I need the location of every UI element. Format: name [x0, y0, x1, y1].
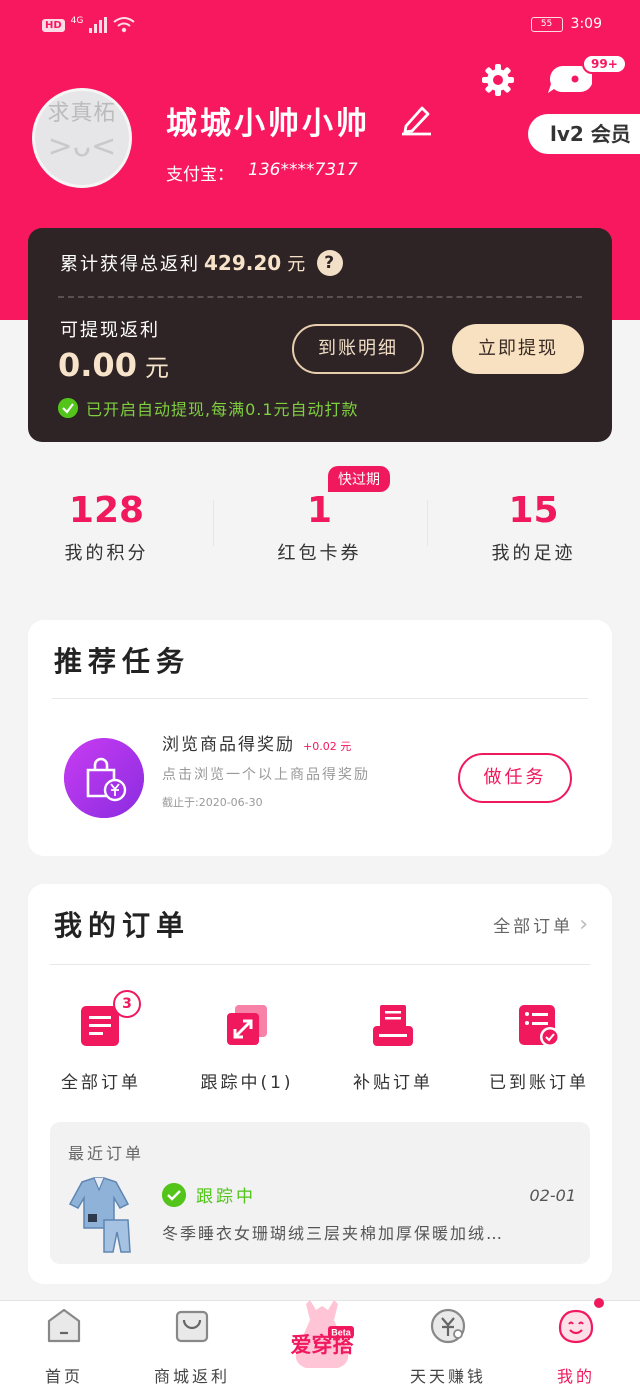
order-category-all[interactable]: 3 全部订单 — [28, 990, 174, 1093]
order-check-icon — [519, 1005, 560, 1047]
nav-mall-rebate[interactable]: 商城返利 — [128, 1307, 256, 1386]
recent-order-status-text: 跟踪中 — [196, 1187, 256, 1207]
wifi-icon — [113, 17, 135, 33]
recent-order-date: 02-01 — [529, 1186, 577, 1205]
order-category-tracking[interactable]: 跟踪中(1) — [174, 1002, 320, 1093]
hd-indicator: HD — [42, 18, 65, 32]
stat-coupons[interactable]: 1 红包卡券 — [213, 490, 426, 565]
order-category-label: 补贴订单 — [353, 1073, 433, 1093]
task-name-row: 浏览商品得奖励 +0.02 元 — [162, 730, 351, 755]
points-value: 128 — [68, 490, 145, 531]
task-reward: +0.02 元 — [303, 740, 352, 753]
avatar[interactable]: 求真柘 >ᴗ< — [32, 88, 132, 188]
order-category-label: 已到账订单 — [489, 1073, 589, 1093]
alipay-account-row: 支付宝： 136****7317 — [166, 160, 358, 185]
withdrawable-unit: 元 — [144, 354, 169, 382]
nav-label: 天天赚钱 — [409, 1367, 486, 1386]
status-bar: HD 4G 55 3:09 — [0, 0, 640, 54]
orders-title: 我的订单 — [54, 909, 191, 942]
order-category-label: 跟踪中(1) — [200, 1073, 294, 1093]
all-orders-link-label: 全部订单 — [493, 917, 574, 937]
auto-withdraw-notice: 已开启自动提现,每满0.1元自动打款 — [58, 396, 359, 420]
nav-home[interactable]: 首页 — [0, 1307, 128, 1386]
notification-dot — [594, 1298, 604, 1308]
rebate-card: 累计获得总返利 429.20 元 ? 可提现返利 0.00 元 到账明细 立即提… — [28, 228, 612, 442]
all-orders-count-badge: 3 — [113, 990, 141, 1018]
task-description: 点击浏览一个以上商品得奖励 — [162, 767, 370, 783]
username: 城城小帅小帅 — [166, 106, 370, 142]
edit-pencil-icon[interactable] — [398, 100, 434, 136]
withdrawable-amount: 0.00 — [58, 346, 137, 384]
clock: 3:09 — [570, 16, 602, 32]
signal-icon — [89, 17, 108, 33]
recent-order-status: 跟踪中 — [162, 1182, 256, 1207]
recent-order-product-name: 冬季睡衣女珊瑚绒三层夹棉加厚保暖加绒… — [162, 1224, 505, 1243]
receipt-printer-icon — [373, 1005, 413, 1046]
avatar-face: >ᴗ< — [47, 129, 117, 164]
nav-label: 商城返利 — [153, 1367, 230, 1386]
do-task-button[interactable]: 做任务 — [458, 753, 572, 803]
yuan-coin-icon — [430, 1308, 466, 1344]
total-rebate-amount: 429.20 — [204, 251, 282, 275]
home-icon — [47, 1308, 81, 1343]
nav-label: 我的 — [556, 1367, 595, 1386]
messages-count-badge: 99+ — [582, 54, 627, 74]
dashed-divider — [58, 296, 582, 298]
beta-tag: Beta — [331, 1328, 352, 1338]
stat-footprints[interactable]: 15 我的足迹 — [427, 490, 640, 565]
task-deadline: 截止于:2020-06-30 — [162, 796, 263, 809]
shopping-bag-yuan-icon — [64, 738, 144, 818]
order-category-subsidy[interactable]: 补贴订单 — [320, 1002, 466, 1093]
recommended-tasks-card: 推荐任务 浏览商品得奖励 +0.02 元 点击浏览一个以上商品得奖励 截止于:2… — [28, 620, 612, 856]
alipay-label: 支付宝： — [166, 165, 234, 185]
withdrawable-label: 可提现返利 — [60, 320, 160, 341]
network-type: 4G — [70, 16, 84, 26]
stats-row: 128 我的积分 1 红包卡券 15 我的足迹 快过期 — [0, 462, 640, 582]
footprints-label: 我的足迹 — [491, 543, 576, 564]
smiley-face-icon — [558, 1309, 594, 1344]
recent-orders-title: 最近订单 — [68, 1144, 145, 1163]
stat-points[interactable]: 128 我的积分 — [0, 490, 213, 565]
expiring-soon-tag: 快过期 — [328, 466, 390, 492]
footprints-value: 15 — [508, 490, 559, 531]
arrival-details-button[interactable]: 到账明细 — [292, 324, 424, 374]
withdrawable-amount-row: 0.00 元 — [58, 346, 169, 384]
nav-label: 首页 — [44, 1367, 83, 1386]
total-rebate-row: 累计获得总返利 429.20 元 ? — [60, 250, 344, 276]
alipay-account: 136****7317 — [248, 160, 358, 180]
chevron-right-icon: › — [579, 912, 588, 937]
withdraw-now-button[interactable]: 立即提现 — [452, 324, 584, 374]
member-level-badge[interactable]: lv2 会员 — [528, 114, 640, 154]
points-label: 我的积分 — [64, 543, 149, 564]
shopping-bag-icon — [175, 1310, 209, 1343]
auto-withdraw-text: 已开启自动提现,每满0.1元自动打款 — [86, 400, 359, 419]
product-thumbnail-pajamas — [68, 1177, 131, 1253]
dress-logo-button[interactable]: 爱穿搭 Beta — [276, 1296, 368, 1376]
order-category-label: 全部订单 — [61, 1073, 141, 1093]
total-rebate-unit: 元 — [287, 254, 308, 275]
nav-mine[interactable]: 我的 — [512, 1307, 640, 1386]
check-circle-icon — [162, 1182, 186, 1207]
divider — [50, 964, 590, 965]
tracking-arrows-icon — [227, 1005, 267, 1045]
tasks-title: 推荐任务 — [54, 645, 191, 678]
settings-gear-icon[interactable] — [480, 62, 516, 98]
battery-icon: 55 — [530, 16, 563, 32]
coupons-label: 红包卡券 — [277, 543, 362, 564]
check-circle-icon — [58, 398, 78, 418]
divider — [52, 698, 588, 699]
avatar-text: 求真柘 — [47, 101, 117, 126]
order-category-credited[interactable]: 已到账订单 — [466, 1002, 612, 1093]
all-orders-link[interactable]: 全部订单 › — [493, 912, 588, 937]
recent-order-panel[interactable]: 最近订单 跟踪中 02-01 冬季睡衣女珊瑚绒三层夹棉加厚保暖加绒… — [50, 1122, 590, 1264]
coupons-value: 1 — [306, 490, 333, 531]
task-name: 浏览商品得奖励 — [162, 735, 295, 755]
help-icon[interactable]: ? — [317, 250, 344, 276]
nav-earn-money[interactable]: 天天赚钱 — [384, 1307, 512, 1386]
my-orders-card: 我的订单 全部订单 › 3 全部订单 跟踪中(1) 补贴订单 已到账订单 最近订… — [28, 884, 612, 1284]
total-rebate-label: 累计获得总返利 — [60, 254, 200, 275]
